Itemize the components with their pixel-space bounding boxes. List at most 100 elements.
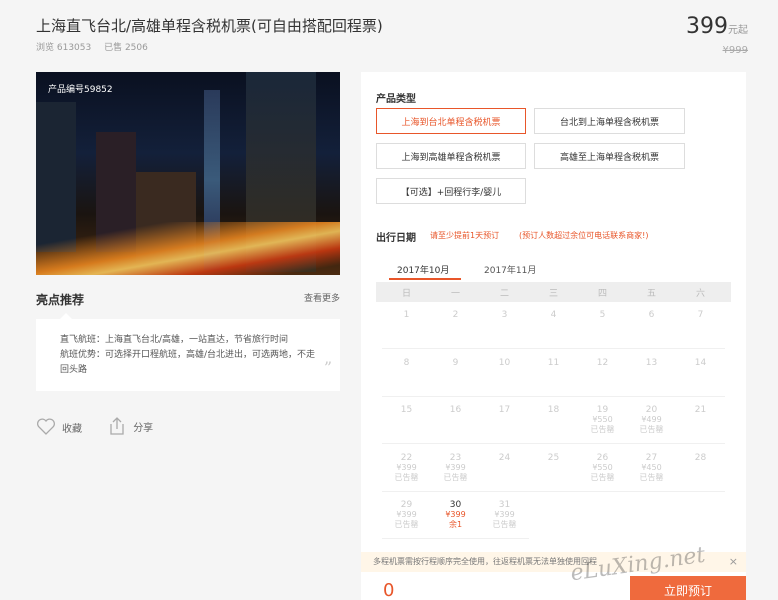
calendar-day: 21 [676, 397, 725, 444]
calendar-day: 15 [382, 397, 431, 444]
warning-text: 多程机票需按行程顺序完全使用，往返程机票无法单独使用回程 [373, 557, 597, 566]
day-price: ¥399 [396, 462, 417, 472]
day-number: 12 [596, 357, 609, 368]
day-price: ¥399 [396, 510, 417, 519]
day-price: ¥550 [592, 415, 613, 424]
day-number: 31 [498, 500, 511, 510]
calendar-day: 19 ¥550 已告罄 [578, 397, 627, 444]
calendar-day: 13 [627, 350, 676, 397]
day-number: 20 [645, 405, 658, 415]
calendar-day[interactable]: 30 ¥399 余1 [431, 492, 480, 539]
day-number: 21 [694, 405, 707, 415]
type-label: 产品类型 [376, 94, 416, 105]
day-number: 18 [547, 405, 560, 415]
highlights-title: 亮点推荐 [36, 293, 85, 307]
day-number: 16 [449, 405, 462, 415]
calendar-day: 26 ¥550 已告罄 [578, 445, 627, 492]
highlight-line: 航班优势：可选择开口程航班，高雄/台北进出，可选两地，不走回头路 [60, 350, 316, 375]
heart-icon [36, 418, 56, 435]
calendar-day: 9 [431, 350, 480, 397]
share-button[interactable]: 分享 [107, 416, 153, 436]
weekday-header: 日 一 二 三 四 五 六 [376, 282, 731, 302]
calendar-day: 14 [676, 350, 725, 397]
calendar-day: 1 [382, 302, 431, 349]
view-count: 浏览 613053 [36, 43, 92, 53]
calendar-day: 8 [382, 350, 431, 397]
highlight-line: 直飞航班：上海直飞台北/高雄，一站直达，节省旅行时间 [60, 335, 289, 345]
day-status: 已告罄 [394, 472, 419, 482]
price-box: 399元起 ¥999 [686, 14, 748, 56]
tab-nov[interactable]: 2017年11月 [484, 263, 536, 276]
calendar-day: 3 [480, 302, 529, 349]
day-number: 28 [694, 452, 707, 463]
calendar-day: 24 [480, 445, 529, 492]
weekday: 一 [450, 289, 460, 299]
sold-count: 已售 2506 [104, 43, 148, 53]
day-number: 24 [498, 452, 511, 463]
price: 399 [686, 14, 728, 39]
day-price: ¥450 [641, 462, 662, 472]
calendar-day: 28 [676, 445, 725, 492]
day-number: 13 [645, 357, 658, 368]
day-status: 已告罄 [590, 472, 615, 482]
option-kh-sh[interactable]: 高雄至上海单程含税机票 [534, 143, 685, 169]
day-price: ¥499 [641, 415, 662, 424]
calendar-day: 17 [480, 397, 529, 444]
day-number: 7 [697, 310, 704, 320]
old-price: ¥999 [722, 45, 748, 56]
day-number: 17 [498, 405, 511, 415]
day-status: 已告罄 [492, 520, 517, 529]
contact-note: (预订人数超过余位可电话联系商家!) [519, 231, 649, 240]
calendar-day: 18 [529, 397, 578, 444]
day-number: 3 [501, 310, 508, 320]
calendar-day: 12 [578, 350, 627, 397]
weekday: 五 [646, 289, 656, 299]
calendar-day: 10 [480, 350, 529, 397]
day-number: 15 [400, 405, 413, 415]
calendar-day: 2 [431, 302, 480, 349]
price-unit: 元起 [728, 25, 748, 36]
product-code: 产品编号59852 [48, 85, 113, 95]
option-sh-kh[interactable]: 上海到高雄单程含税机票 [376, 143, 526, 169]
day-number: 4 [550, 310, 557, 320]
day-number: 14 [694, 357, 707, 368]
day-status: 余1 [448, 520, 463, 529]
see-more-link[interactable]: 查看更多 [304, 291, 340, 304]
calendar-day: 20 ¥499 已告罄 [627, 397, 676, 444]
day-number: 1 [403, 310, 410, 320]
day-number: 9 [452, 357, 459, 368]
day-status: 已告罄 [590, 425, 615, 434]
calendar-day: 6 [627, 302, 676, 349]
day-price: ¥550 [592, 462, 613, 472]
weekday: 二 [499, 289, 509, 299]
selected-count: 0 [383, 580, 395, 600]
book-now-button[interactable]: 立即预订 [630, 576, 746, 600]
calendar-day: 11 [529, 350, 578, 397]
calendar-day: 25 [529, 445, 578, 492]
day-price: ¥399 [445, 510, 466, 519]
calendar-day: 31 ¥399 已告罄 [480, 492, 529, 539]
option-extra[interactable]: 【可选】+回程行李/婴儿 [376, 178, 526, 204]
calendar-day: 4 [529, 302, 578, 349]
weekday: 四 [597, 289, 607, 299]
day-price: ¥399 [445, 462, 466, 472]
day-number: 22 [400, 452, 413, 463]
day-status: 已告罄 [639, 425, 664, 434]
calendar-day: 27 ¥450 已告罄 [627, 445, 676, 492]
calendar-day: 7 [676, 302, 725, 349]
active-tab-underline [389, 278, 461, 280]
advance-note: 请至少提前1天预订 [430, 231, 500, 240]
option-sh-tp[interactable]: 上海到台北单程含税机票 [376, 108, 526, 134]
weekday: 三 [548, 289, 558, 299]
close-icon[interactable]: × [729, 555, 738, 568]
day-number: 30 [449, 500, 462, 510]
day-number: 19 [596, 405, 609, 415]
day-number: 8 [403, 357, 410, 368]
calendar-day: 29 ¥399 已告罄 [382, 492, 431, 539]
weekday: 日 [401, 289, 411, 299]
option-tp-sh[interactable]: 台北到上海单程含税机票 [534, 108, 685, 134]
tab-oct[interactable]: 2017年10月 [397, 263, 449, 276]
share-label: 分享 [133, 422, 154, 434]
favorite-button[interactable]: 收藏 [36, 418, 82, 436]
booking-panel: 产品类型 上海到台北单程含税机票 台北到上海单程含税机票 上海到高雄单程含税机票… [361, 72, 746, 600]
